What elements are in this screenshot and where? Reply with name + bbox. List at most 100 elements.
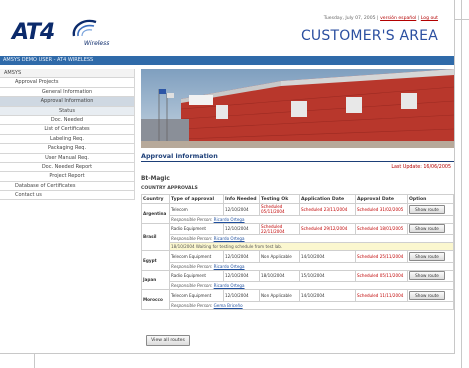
note-cell: 18/10/2004 Waiting for testing schedule … [169,242,454,251]
cell-application: 15/10/2004 [299,269,356,282]
logo-text: AT4 [12,20,55,45]
logo-subtitle: Wireless [84,40,110,47]
sidebar-item-labeling-req[interactable]: Labeling Req. [0,134,135,145]
sidebar-item-doc-needed[interactable]: Doc. Needed [0,115,135,126]
view-all-routes-button[interactable]: View all routes [146,335,190,346]
sidebar-item-general-information[interactable]: General Information [0,87,135,98]
cell-info: 12/10/2004 [223,203,260,216]
building-photo-image [141,69,454,148]
responsible-person-link[interactable]: Ricardo Ortega [214,283,245,288]
responsible-person-link[interactable]: Ricardo Ortega [214,217,245,222]
cell-option: Show route [407,250,454,263]
sidebar-nav: AMSYS Approval Projects General Informat… [0,69,135,201]
sidebar-item-amsys[interactable]: AMSYS [0,69,135,79]
col-type: Type of approval [169,194,224,204]
sidebar-item-doc-needed-report[interactable]: Doc. Needed Report [0,162,135,173]
cell-country: Brasil [141,222,170,251]
spanish-version-link[interactable]: versión español [380,16,416,21]
logout-link[interactable]: Log out [421,16,438,21]
show-route-button[interactable]: Show route [409,290,445,300]
table-row: Argentina Telecom 12/10/2004 Scheduled 0… [141,203,454,224]
col-testing: Testing Ok [259,194,300,204]
cell-type: Radio Equipment [169,222,224,235]
cell-option: Show route [407,289,454,302]
cell-application: 14/10/2004 [299,250,356,263]
frame-guide-vertical [461,0,462,368]
responsible-person-link[interactable]: Ricardo Ortega [214,264,245,269]
cell-testing: Non Applicable [259,250,300,263]
sidebar-item-contact-us[interactable]: Contact us [0,191,135,201]
cell-info: 12/10/2004 [223,289,260,302]
responsible-cell: Responsible Person: Gema Briceño [169,300,454,310]
cell-testing: Non Applicable [259,289,300,302]
col-option: Option [407,194,454,204]
sidebar-item-status[interactable]: Status [0,106,135,116]
table-row: Morocco Telecom Equipment 12/10/2004 Non… [141,289,454,310]
col-country: Country [141,194,170,204]
sidebar-item-user-manual-req[interactable]: User Manual Req. [0,153,135,163]
cell-option: Show route [407,269,454,282]
sidebar-item-project-report[interactable]: Project Report [0,172,135,182]
building-photo [141,69,454,148]
responsible-row: Responsible Person: Ricardo Ortega [142,214,454,224]
frame-guide-bottom [34,354,35,368]
responsible-row: Responsible Person: Ricardo Ortega [142,261,454,271]
responsible-cell: Responsible Person: Ricardo Ortega [169,234,454,243]
responsible-person-link[interactable]: Gema Briceño [214,303,243,308]
responsible-row: Responsible Person: Gema Briceño [142,300,454,310]
cell-application: Scheduled 29/12/2004 [299,222,356,235]
responsible-cell: Responsible Person: Ricardo Ortega [169,214,454,224]
wireless-swirl-icon [72,19,97,37]
table-row: Brasil Radio Equipment 12/10/2004 Schedu… [141,222,454,251]
responsible-row: Responsible Person: Ricardo Ortega [142,281,454,290]
cell-type: Telecom Equipment [169,289,224,302]
responsible-row: Responsible Person: Ricardo Ortega [142,234,454,243]
page-frame: AT4 Wireless Tuesday, July 07, 2005 | ve… [0,0,455,354]
top-info-line: Tuesday, July 07, 2005 | versión español… [323,16,438,21]
user-label: AMSYS DEMO USER - AT4 WIRELESS [3,57,94,63]
note-row: 18/10/2004 Waiting for testing schedule … [142,242,454,251]
page-title: CUSTOMER'S AREA [300,28,438,44]
cell-country: Japan [141,269,170,290]
cell-country: Argentina [141,203,170,224]
cell-testing: 18/10/2004 [259,269,300,282]
table-header-row: Country Type of approval Info Needed Tes… [141,194,454,204]
cell-approval: Scheduled 25/11/2004 [355,250,408,263]
cell-type: Radio Equipment [169,269,224,282]
show-route-button[interactable]: Show route [409,224,445,234]
table-row: Egypt Telecom Equipment 12/10/2004 Non A… [141,250,454,271]
at4-wireless-logo[interactable]: AT4 Wireless [12,18,122,48]
sidebar-item-approval-information[interactable]: Approval Information [0,97,135,107]
cell-testing: Scheduled 22/11/2004 [259,222,300,235]
responsible-cell: Responsible Person: Ricardo Ortega [169,281,454,290]
responsible-person-link[interactable]: Ricardo Ortega [214,236,245,241]
cell-type: Telecom Equipment [169,250,224,263]
cell-type: Telecom [169,203,224,216]
sidebar-item-approval-projects[interactable]: Approval Projects [0,78,135,88]
cell-application: Scheduled 23/11/2004 [299,203,356,216]
cell-approval: Scheduled 31/02/2005 [355,203,408,216]
cell-info: 12/10/2004 [223,250,260,263]
sidebar-item-list-of-certificates[interactable]: List of Certificates [0,125,135,135]
cell-application: 14/10/2004 [299,289,356,302]
sidebar-item-database-of-certificates[interactable]: Database of Certificates [0,181,135,192]
cell-option: Show route [407,203,454,216]
show-route-button[interactable]: Show route [409,271,445,281]
sidebar-item-packaging-req[interactable]: Packaging Req. [0,144,135,154]
cell-approval: Scheduled 18/01/2005 [355,222,408,235]
frame-guide-tick [455,19,469,20]
cell-approval: Scheduled 11/11/2004 [355,289,408,302]
show-route-button[interactable]: Show route [409,251,445,261]
product-name: Bt-Magic [141,176,170,182]
cell-approval: Scheduled 05/11/2004 [355,269,408,282]
cell-country: Egypt [141,250,170,271]
col-application: Application Date [299,194,356,204]
last-update: Last Update: 16/06/2005 [391,165,451,170]
cell-option: Show route [407,222,454,235]
cell-info: 12/10/2004 [223,222,260,235]
cell-country: Morocco [141,289,170,310]
cell-info: 12/10/2004 [223,269,260,282]
show-route-button[interactable]: Show route [409,204,445,214]
responsible-cell: Responsible Person: Ricardo Ortega [169,261,454,271]
cell-testing: Scheduled 05/11/2004 [259,203,300,216]
